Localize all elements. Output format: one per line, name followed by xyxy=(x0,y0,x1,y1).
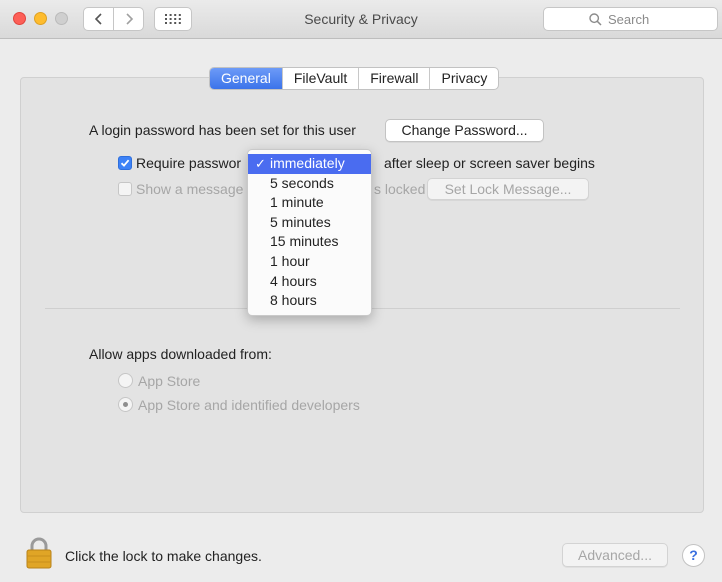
menu-item-4-hours[interactable]: 4 hours xyxy=(248,272,371,292)
login-password-status: A login password has been set for this u… xyxy=(89,122,356,138)
tab-filevault[interactable]: FileVault xyxy=(281,68,358,89)
search-input[interactable] xyxy=(608,11,713,28)
radio-selected-dot xyxy=(123,402,128,407)
menu-item-5-minutes[interactable]: 5 minutes xyxy=(248,213,371,233)
menu-item-5-seconds[interactable]: 5 seconds xyxy=(248,174,371,194)
tab-privacy[interactable]: Privacy xyxy=(429,68,498,89)
lock-instructions: Click the lock to make changes. xyxy=(65,548,262,564)
require-password-checkbox[interactable] xyxy=(118,156,132,170)
menu-item-label: immediately xyxy=(270,155,345,171)
app-store-label: App Store xyxy=(138,373,201,389)
identified-developers-radio[interactable] xyxy=(118,397,133,412)
show-message-checkbox[interactable] xyxy=(118,182,132,196)
menu-item-15-minutes[interactable]: 15 minutes xyxy=(248,232,371,252)
search-box[interactable] xyxy=(543,7,718,31)
help-button[interactable]: ? xyxy=(682,544,705,567)
set-lock-message-button[interactable]: Set Lock Message... xyxy=(427,178,589,200)
menu-item-1-minute[interactable]: 1 minute xyxy=(248,193,371,213)
require-password-delay-menu: ✓ immediately 5 seconds 1 minute 5 minut… xyxy=(247,149,372,316)
identified-developers-label: App Store and identified developers xyxy=(138,397,360,413)
check-icon: ✓ xyxy=(255,156,266,171)
menu-item-8-hours[interactable]: 8 hours xyxy=(248,291,371,311)
after-sleep-label: after sleep or screen saver begins xyxy=(384,155,595,171)
show-message-label: Show a message xyxy=(136,181,244,197)
search-icon xyxy=(589,13,602,26)
allow-apps-label: Allow apps downloaded from: xyxy=(89,346,272,362)
advanced-button[interactable]: Advanced... xyxy=(562,543,668,567)
screen-locked-label: s locked xyxy=(374,181,426,197)
title-bar: Security & Privacy xyxy=(0,0,722,39)
lock-icon[interactable] xyxy=(26,537,52,569)
tab-firewall[interactable]: Firewall xyxy=(358,68,429,89)
change-password-button[interactable]: Change Password... xyxy=(385,119,544,142)
menu-item-1-hour[interactable]: 1 hour xyxy=(248,252,371,272)
checkmark-icon xyxy=(120,159,130,167)
menu-item-immediately[interactable]: ✓ immediately xyxy=(248,154,371,174)
require-password-label: Require passwor xyxy=(136,155,242,171)
tab-bar: General FileVault Firewall Privacy xyxy=(209,67,500,90)
app-store-radio[interactable] xyxy=(118,373,133,388)
tab-general[interactable]: General xyxy=(210,68,282,89)
